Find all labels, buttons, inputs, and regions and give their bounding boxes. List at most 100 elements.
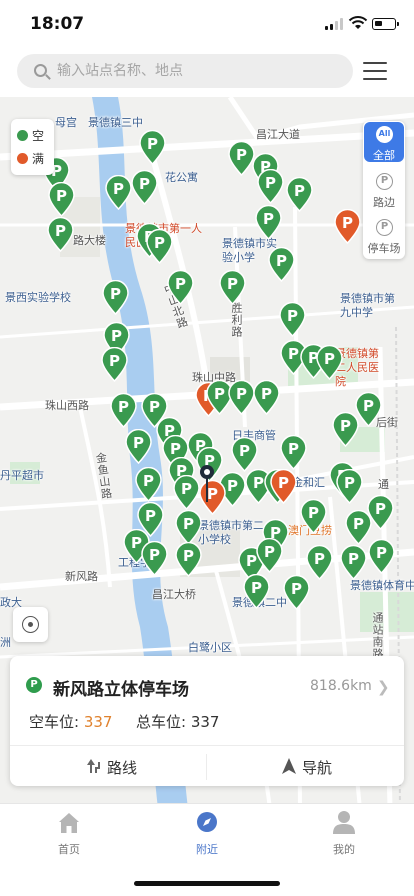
- parking-marker-free[interactable]: P: [368, 539, 395, 574]
- parking-marker-free[interactable]: P: [300, 499, 327, 534]
- parking-marker-free[interactable]: P: [253, 380, 280, 415]
- svg-text:P: P: [109, 352, 120, 370]
- parking-marker-free[interactable]: P: [332, 412, 359, 447]
- wifi-icon: [348, 16, 368, 29]
- svg-text:P: P: [147, 135, 158, 153]
- svg-text:P: P: [287, 307, 298, 325]
- route-button[interactable]: 路线: [10, 745, 206, 786]
- menu-button[interactable]: [363, 62, 389, 82]
- filter-lot-button[interactable]: P 停车场: [364, 215, 404, 255]
- parking-marker-free[interactable]: P: [257, 169, 284, 204]
- parking-marker-free[interactable]: P: [255, 205, 282, 240]
- parking-marker-free[interactable]: P: [228, 380, 255, 415]
- svg-text:P: P: [363, 397, 374, 415]
- map-label: 白鹭小区: [188, 641, 232, 654]
- parking-marker-free[interactable]: P: [48, 182, 75, 217]
- map-label: 通: [378, 478, 389, 491]
- svg-text:P: P: [264, 543, 275, 561]
- parking-marker-free[interactable]: P: [280, 435, 307, 470]
- map-label: 通站南路: [371, 612, 384, 660]
- parking-marker-free[interactable]: P: [135, 467, 162, 502]
- parking-marker-free[interactable]: P: [139, 130, 166, 165]
- parking-marker-free[interactable]: P: [167, 270, 194, 305]
- parking-marker-free[interactable]: P: [279, 302, 306, 337]
- parking-marker-free[interactable]: P: [283, 575, 310, 610]
- map-label: 景德镇市第九中学: [340, 292, 395, 319]
- parking-marker-free[interactable]: P: [175, 510, 202, 545]
- parking-marker-free[interactable]: P: [146, 229, 173, 264]
- search-input[interactable]: [57, 54, 347, 88]
- app-root: 18:07 输入站点名称、地点 景德镇三中 昌江大道 母宫 花公寓 路大楼 景德…: [0, 0, 414, 896]
- parking-marker-free[interactable]: P: [47, 217, 74, 252]
- tab-profile[interactable]: 我的: [294, 804, 394, 863]
- user-icon: [333, 811, 355, 834]
- parking-marker-free[interactable]: P: [105, 175, 132, 210]
- parking-marker-free[interactable]: P: [175, 542, 202, 577]
- map-label: 新风路: [65, 570, 98, 583]
- parking-marker-free[interactable]: P: [141, 541, 168, 576]
- search-icon: [34, 64, 47, 77]
- svg-text:P: P: [342, 214, 353, 232]
- svg-text:P: P: [314, 550, 325, 568]
- svg-text:P: P: [340, 417, 351, 435]
- svg-text:P: P: [183, 547, 194, 565]
- parking-marker-free[interactable]: P: [306, 545, 333, 580]
- tab-bar: 首页 附近 我的: [0, 803, 414, 862]
- filter-all-button[interactable]: All 全部: [364, 122, 404, 162]
- parking-info-card[interactable]: P 新风路立体停车场 818.6km ❯ 空车位: 337 总车位: 337 路…: [10, 656, 404, 786]
- parking-marker-free[interactable]: P: [101, 347, 128, 382]
- svg-text:P: P: [276, 252, 287, 270]
- parking-marker-full[interactable]: P: [270, 469, 297, 504]
- free-spaces: 空车位: 337: [29, 711, 112, 732]
- parking-marker-free[interactable]: P: [243, 574, 270, 609]
- svg-text:P: P: [227, 477, 238, 495]
- parking-icon: P: [26, 677, 42, 693]
- navigate-button[interactable]: 导航: [208, 745, 404, 786]
- locate-me-button[interactable]: [13, 607, 48, 642]
- svg-text:P: P: [265, 174, 276, 192]
- parking-marker-free[interactable]: P: [228, 141, 255, 176]
- parking-marker-free[interactable]: P: [340, 545, 367, 580]
- svg-text:P: P: [236, 146, 247, 164]
- filter-lot-label: 停车场: [367, 242, 401, 255]
- parking-marker-free[interactable]: P: [125, 429, 152, 464]
- legend-full-dot: [17, 153, 28, 164]
- navigate-label: 导航: [302, 759, 333, 777]
- parking-marker-free[interactable]: P: [268, 247, 295, 282]
- tab-nearby[interactable]: 附近: [157, 804, 257, 863]
- parking-marker-free[interactable]: P: [316, 345, 343, 380]
- map-label: 珠山西路: [45, 399, 89, 412]
- svg-text:P: P: [183, 515, 194, 533]
- parking-marker-free[interactable]: P: [131, 170, 158, 205]
- svg-text:P: P: [294, 182, 305, 200]
- svg-text:P: P: [376, 544, 387, 562]
- svg-text:P: P: [375, 500, 386, 518]
- battery-icon: [372, 18, 399, 30]
- tab-home[interactable]: 首页: [19, 804, 119, 863]
- parking-marker-free[interactable]: P: [219, 270, 246, 305]
- parking-marker-free[interactable]: P: [336, 469, 363, 504]
- map-label: 景德镇三中: [88, 116, 143, 129]
- parking-name: 新风路立体停车场: [53, 680, 189, 700]
- navigation-arrow-icon: [282, 758, 296, 774]
- search-bar[interactable]: [17, 54, 353, 88]
- svg-text:P: P: [149, 546, 160, 564]
- home-indicator: [134, 881, 280, 886]
- map-label: 昌江大道: [256, 128, 300, 141]
- parking-marker-free[interactable]: P: [355, 392, 382, 427]
- route-label: 路线: [107, 759, 138, 777]
- parking-marker-free[interactable]: P: [110, 393, 137, 428]
- parking-marker-free[interactable]: P: [102, 280, 129, 315]
- map-label: 洲: [0, 636, 11, 649]
- parking-distance: 818.6km: [310, 678, 372, 694]
- chevron-right-icon[interactable]: ❯: [377, 678, 390, 696]
- parking-marker-free[interactable]: P: [231, 437, 258, 472]
- free-spaces-value: 337: [83, 713, 113, 731]
- parking-marker-full[interactable]: P: [334, 209, 361, 244]
- filter-roadside-button[interactable]: P 路边: [364, 169, 404, 209]
- svg-text:P: P: [181, 480, 192, 498]
- parking-marker-free[interactable]: P: [256, 538, 283, 573]
- roadside-parking-icon: P: [376, 173, 393, 190]
- parking-marker-free[interactable]: P: [286, 177, 313, 212]
- total-spaces: 总车位: 337: [136, 711, 219, 732]
